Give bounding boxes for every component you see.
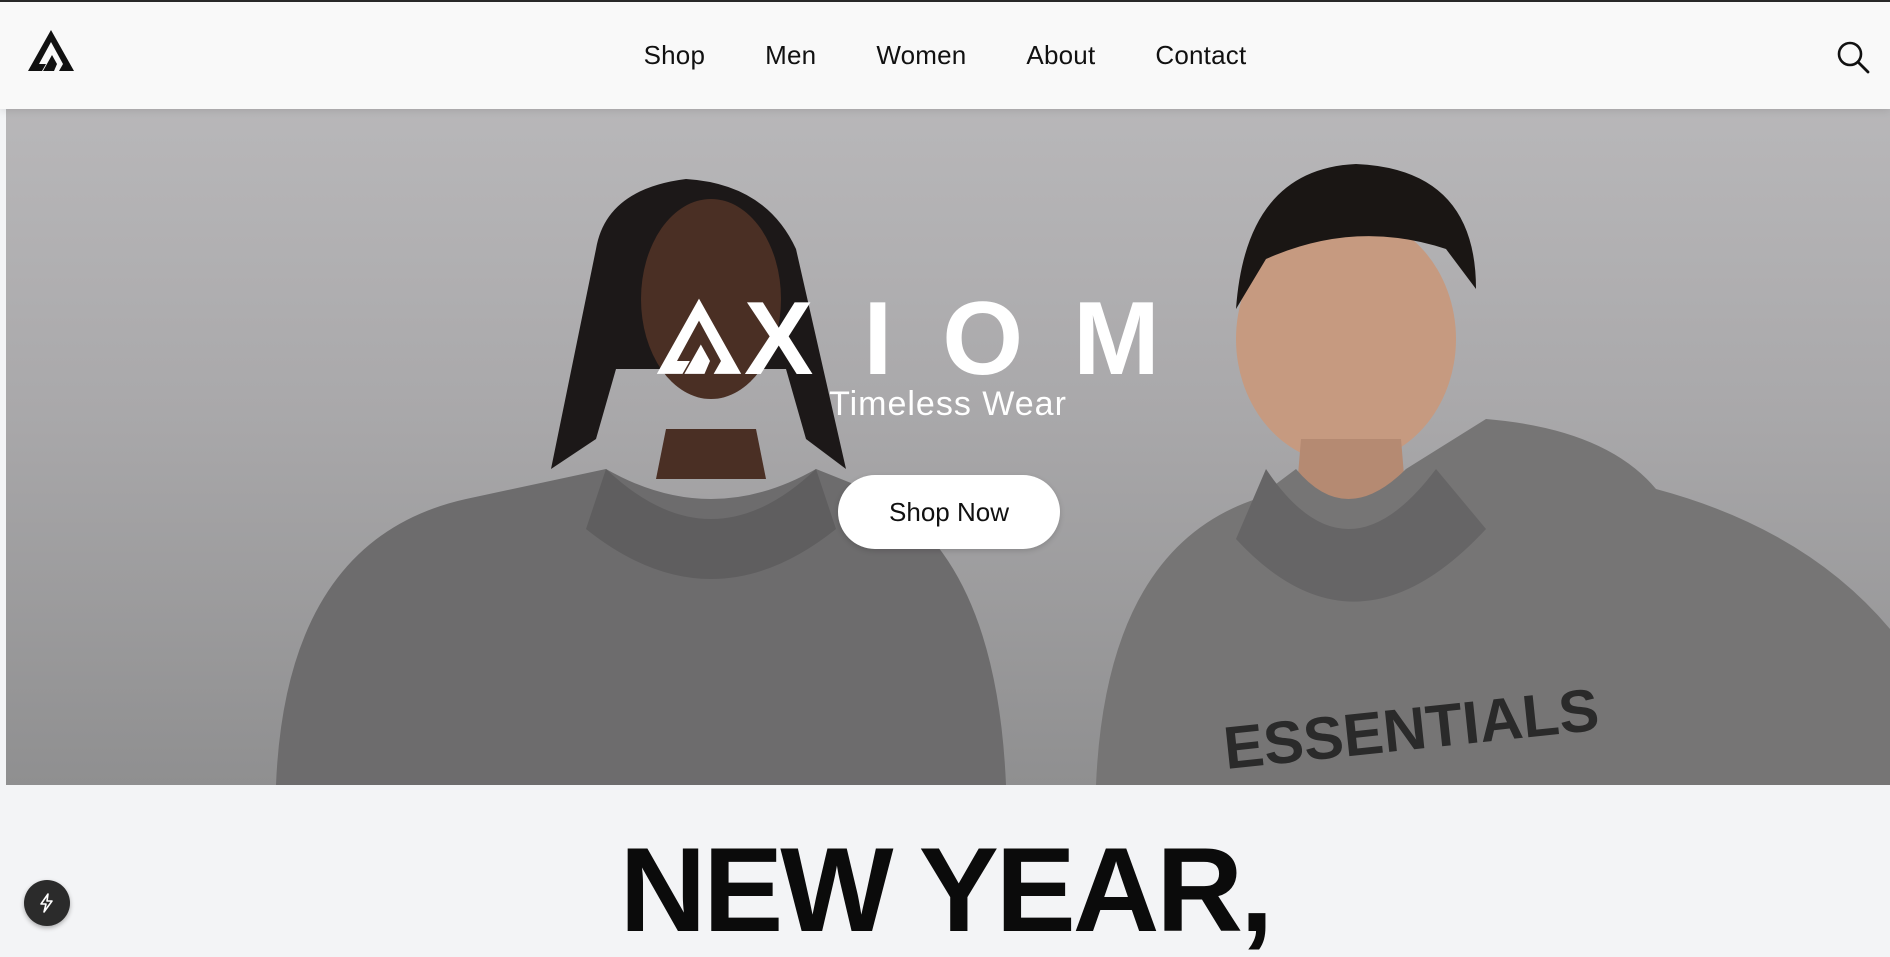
nav-shop[interactable]: Shop	[644, 40, 706, 71]
search-icon	[1837, 41, 1870, 74]
hero-tagline: Timeless Wear	[829, 385, 1067, 423]
hero-brand-logo: XIOM	[649, 281, 1259, 397]
main-nav: Shop Men Women About Contact	[0, 2, 1890, 109]
axiom-logo-icon	[656, 298, 742, 374]
brand-wordmark: XIOM	[744, 281, 1210, 397]
nav-contact[interactable]: Contact	[1155, 40, 1246, 71]
section-headline: NEW YEAR,	[619, 823, 1274, 957]
hero-banner: ESSENTIALS XIOM Timeless Wear Shop Now	[6, 109, 1890, 785]
nav-men[interactable]: Men	[765, 40, 816, 71]
hero-photo: ESSENTIALS	[276, 164, 1890, 785]
nav-about[interactable]: About	[1026, 40, 1095, 71]
shop-now-button[interactable]: Shop Now	[838, 475, 1060, 549]
quick-action-button[interactable]	[24, 880, 70, 926]
search-button[interactable]	[1836, 40, 1870, 74]
nav-women[interactable]: Women	[876, 40, 966, 71]
site-header: Shop Men Women About Contact	[0, 2, 1890, 109]
lightning-icon	[40, 893, 53, 913]
